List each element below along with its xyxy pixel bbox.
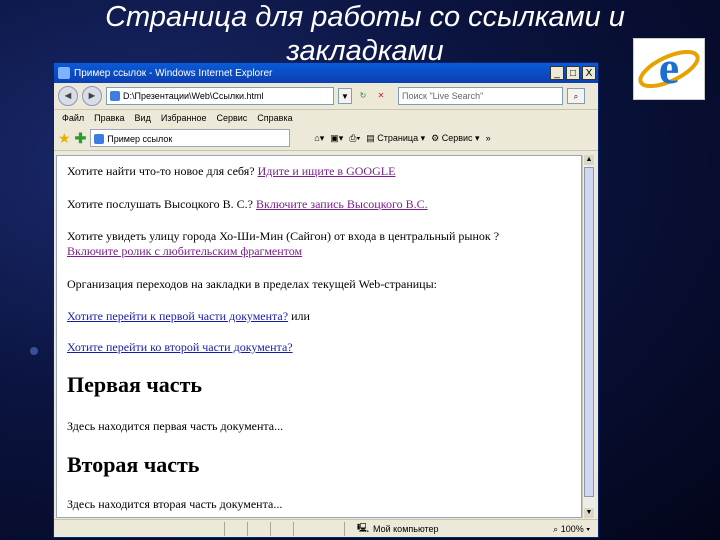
back-button[interactable]: ◄ [58, 86, 78, 106]
zoom-control[interactable]: ⌕ 100% ▾ [553, 524, 590, 535]
menu-edit[interactable]: Правка [94, 113, 124, 123]
video-link[interactable]: Включите ролик с любительским фрагментом [67, 244, 302, 258]
page-menu-button[interactable]: ▤ Страница ▾ [366, 133, 425, 144]
q2-text: Хотите послушать Высоцкого В. С.? [67, 197, 256, 211]
address-input[interactable]: D:\Презентации\Web\Ссылки.html [106, 87, 334, 105]
page-content: Хотите найти что-то новое для себя? Идит… [56, 155, 582, 518]
address-dropdown-button[interactable]: ▼ [338, 88, 352, 104]
status-bar: 🖳 Мой компьютер ⌕ 100% ▾ [54, 519, 598, 537]
address-toolbar: ◄ ► D:\Презентации\Web\Ссылки.html ▼ ↻ ✕… [54, 83, 598, 110]
security-zone: 🖳 Мой компьютер [357, 521, 439, 537]
page-menu-label: Страница [377, 132, 419, 143]
scroll-thumb[interactable] [584, 167, 594, 497]
scroll-up-icon[interactable]: ▲ [584, 155, 594, 165]
part1-link[interactable]: Хотите перейти к первой части документа? [67, 309, 288, 323]
paragraph-q6: Хотите перейти ко второй части документа… [67, 340, 572, 355]
slide-title: Страница для работы со ссылками и заклад… [0, 0, 720, 68]
address-url: D:\Презентации\Web\Ссылки.html [123, 91, 264, 101]
tab-label: Пример ссылок [107, 134, 173, 144]
menu-view[interactable]: Вид [135, 113, 151, 123]
search-input[interactable]: Поиск "Live Search" [398, 87, 563, 105]
google-link[interactable]: Идите и ищите в GOOGLE [258, 164, 396, 178]
part2-link[interactable]: Хотите перейти ко второй части документа… [67, 340, 293, 354]
menu-file[interactable]: Файл [62, 113, 84, 123]
tools-menu-label: Сервис [441, 132, 473, 143]
zoom-icon: ⌕ [553, 523, 559, 534]
status-cell [294, 522, 345, 536]
status-cell [271, 522, 294, 536]
favorites-star-icon[interactable]: ★ [58, 131, 71, 145]
svg-text:e: e [659, 42, 679, 93]
tab-page-icon [94, 134, 105, 144]
vertical-scrollbar[interactable]: ▲ ▼ [582, 155, 595, 518]
status-cell [54, 522, 225, 536]
window-titlebar: Пример ссылок - Windows Internet Explore… [54, 63, 598, 83]
status-cell [248, 522, 271, 536]
slide-title-line1: Страница для работы со ссылками и [105, 1, 625, 33]
paragraph-q1: Хотите найти что-то новое для себя? Идит… [67, 164, 572, 179]
scroll-down-icon[interactable]: ▼ [584, 508, 594, 518]
paragraph-part2: Здесь находится вторая часть документа..… [67, 497, 283, 511]
window-title: Пример ссылок - Windows Internet Explore… [74, 67, 273, 79]
add-favorites-icon[interactable]: ✚ [75, 131, 87, 145]
stop-button[interactable]: ✕ [374, 88, 388, 104]
close-button[interactable]: X [582, 66, 596, 80]
menu-favorites[interactable]: Избранное [161, 113, 207, 123]
q5-suffix: или [288, 309, 310, 323]
menu-help[interactable]: Справка [257, 113, 292, 123]
search-button[interactable]: ⌕ [567, 88, 585, 104]
more-chevron-icon[interactable]: » [486, 133, 491, 143]
q1-text: Хотите найти что-то новое для себя? [67, 164, 258, 178]
command-bar: ⌂▾ ▣▾ ⎙▾ ▤ Страница ▾ ⚙ Сервис ▾ » [314, 133, 490, 144]
slide-bullet [30, 347, 38, 355]
print-icon[interactable]: ⎙▾ [349, 133, 360, 144]
zone-label: Мой компьютер [373, 524, 439, 534]
ie-logo-icon: e [633, 38, 705, 100]
paragraph-q4: Организация переходов на закладки в пред… [67, 277, 438, 291]
tools-menu-button[interactable]: ⚙ Сервис ▾ [431, 133, 479, 144]
maximize-button[interactable]: □ [566, 66, 580, 80]
page-icon [110, 91, 120, 101]
feeds-icon[interactable]: ▣▾ [330, 133, 343, 144]
heading-part2: Вторая часть [67, 452, 200, 477]
q3-text: Хотите увидеть улицу города Хо-Ши-Мин (С… [67, 229, 500, 243]
menu-bar: Файл Правка Вид Избранное Сервис Справка [54, 110, 598, 126]
forward-button[interactable]: ► [82, 86, 102, 106]
paragraph-q2: Хотите послушать Высоцкого В. С.? Включи… [67, 197, 572, 212]
tab-current[interactable]: Пример ссылок [90, 129, 291, 147]
zoom-label: 100% [560, 523, 584, 534]
status-cell [225, 522, 248, 536]
menu-tools[interactable]: Сервис [216, 113, 247, 123]
paragraph-part1: Здесь находится первая часть документа..… [67, 419, 284, 433]
home-icon[interactable]: ⌂▾ [314, 133, 324, 144]
ie-window: Пример ссылок - Windows Internet Explore… [53, 62, 599, 538]
tab-bar: ★ ✚ Пример ссылок ⌂▾ ▣▾ ⎙▾ ▤ Страница ▾ … [54, 126, 598, 151]
ie-small-icon [58, 67, 70, 79]
heading-part1: Первая часть [67, 372, 203, 397]
paragraph-q3: Хотите увидеть улицу города Хо-Ши-Мин (С… [67, 229, 572, 259]
paragraph-q5: Хотите перейти к первой части документа?… [67, 309, 572, 324]
refresh-button[interactable]: ↻ [356, 88, 370, 104]
vysotsky-link[interactable]: Включите запись Высоцкого В.С. [256, 197, 428, 211]
minimize-button[interactable]: _ [550, 66, 564, 80]
computer-icon: 🖳 [357, 523, 370, 533]
